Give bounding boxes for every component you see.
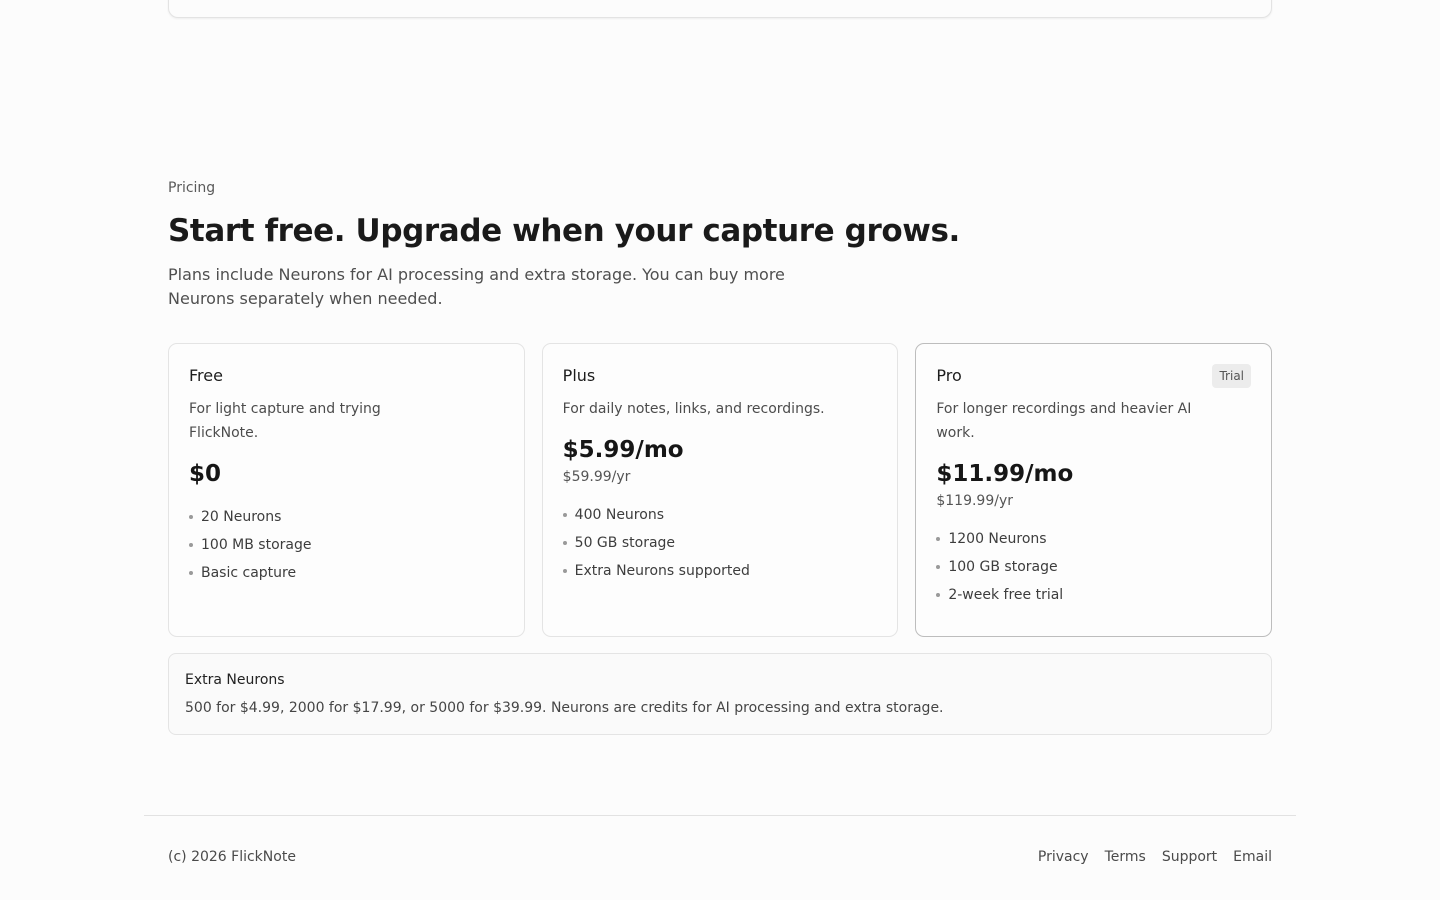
feature-label: 400 Neurons: [574, 507, 664, 523]
feature-item: 50 GB storage: [562, 529, 878, 557]
feature-label: 1200 Neurons: [948, 531, 1047, 547]
previous-section-card: [168, 0, 1272, 18]
bullet-icon: [189, 543, 193, 547]
feature-item: 1200 Neurons: [936, 525, 1251, 553]
feature-item: 2-week free trial: [936, 581, 1251, 609]
feature-item: 100 GB storage: [936, 553, 1251, 581]
feature-label: Basic capture: [201, 565, 297, 581]
feature-label: Extra Neurons supported: [574, 563, 750, 579]
page-title: Start free. Upgrade when your capture gr…: [168, 213, 960, 249]
feature-item: Extra Neurons supported: [562, 557, 878, 585]
bullet-icon: [189, 515, 193, 519]
bullet-icon: [936, 565, 941, 569]
feature-list: 1200 Neurons 100 GB storage 2-week free …: [936, 525, 1251, 609]
footer-divider: [144, 815, 1296, 816]
footer: (c) 2026 FlickNote Privacy Terms Support…: [168, 847, 1272, 867]
feature-list: 400 Neurons 50 GB storage Extra Neurons …: [562, 501, 878, 585]
footer-link-support[interactable]: Support: [1162, 847, 1217, 867]
extra-neurons-description: 500 for $4.99, 2000 for $17.99, or 5000 …: [185, 700, 944, 716]
bullet-icon: [562, 569, 567, 573]
feature-label: 100 MB storage: [201, 537, 312, 553]
bullet-icon: [562, 513, 567, 517]
footer-link-terms[interactable]: Terms: [1105, 847, 1146, 867]
plan-card-pro: Pro Trial For longer recordings and heav…: [915, 343, 1273, 637]
feature-label: 20 Neurons: [201, 509, 282, 525]
feature-label: 2-week free trial: [948, 587, 1064, 603]
plan-cards: Free For light capture and trying FlickN…: [168, 343, 1273, 637]
plan-price: $5.99/mo: [562, 437, 684, 463]
section-eyebrow: Pricing: [168, 180, 216, 196]
plan-description: For longer recordings and heavier AI wor…: [936, 401, 1192, 441]
feature-list: 20 Neurons 100 MB storage Basic capture: [189, 503, 504, 587]
extra-neurons-title: Extra Neurons: [185, 672, 285, 688]
feature-item: 100 MB storage: [189, 531, 504, 559]
plan-description: For light capture and trying FlickNote.: [189, 401, 381, 441]
footer-nav: Privacy Terms Support Email: [1038, 847, 1272, 867]
bullet-icon: [936, 593, 941, 597]
feature-item: Basic capture: [189, 559, 504, 587]
footer-link-privacy[interactable]: Privacy: [1038, 847, 1089, 867]
plan-name: Pro: [936, 366, 962, 385]
plan-card-plus: Plus For daily notes, links, and recordi…: [541, 343, 899, 637]
feature-item: 20 Neurons: [189, 503, 504, 531]
plan-description: For daily notes, links, and recordings.: [562, 401, 825, 417]
plan-name: Plus: [562, 366, 596, 385]
plan-price: $0: [189, 461, 222, 487]
plan-price: $11.99/mo: [936, 461, 1074, 487]
footer-link-email[interactable]: Email: [1233, 847, 1272, 867]
feature-label: 50 GB storage: [574, 535, 676, 551]
bullet-icon: [562, 541, 567, 545]
extra-neurons-card: Extra Neurons 500 for $4.99, 2000 for $1…: [168, 653, 1272, 735]
trial-badge: Trial: [1212, 364, 1252, 388]
bullet-icon: [936, 537, 941, 541]
plan-name: Free: [189, 366, 223, 385]
section-subtitle: Plans include Neurons for AI processing …: [168, 265, 785, 308]
feature-label: 100 GB storage: [948, 559, 1058, 575]
copyright-text: (c) 2026 FlickNote: [168, 849, 296, 865]
feature-item: 400 Neurons: [562, 501, 878, 529]
plan-card-free: Free For light capture and trying FlickN…: [168, 343, 525, 637]
plan-yearly-price: $119.99/yr: [936, 493, 1013, 509]
bullet-icon: [189, 571, 193, 575]
plan-yearly-price: $59.99/yr: [562, 469, 631, 485]
pricing-header: Pricing Start free. Upgrade when your ca…: [168, 178, 1272, 311]
